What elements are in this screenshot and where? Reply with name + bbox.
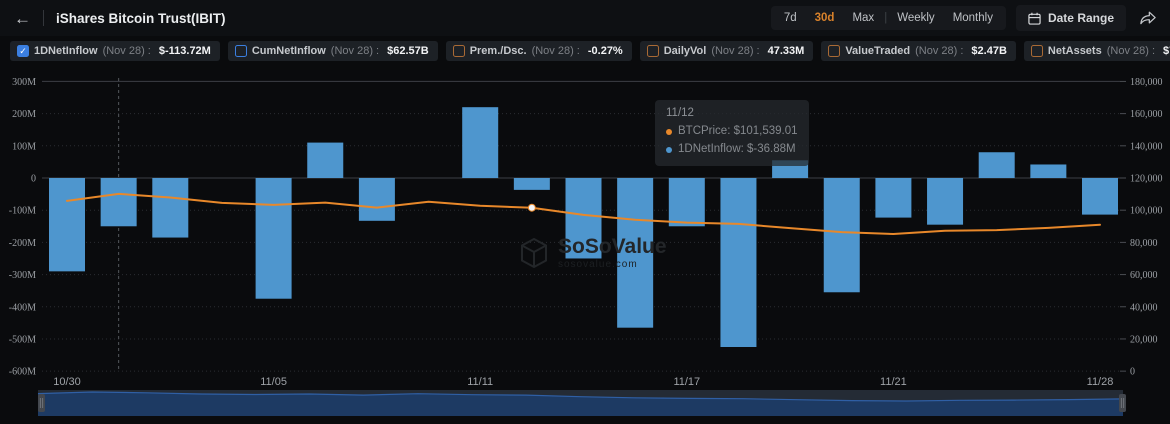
netinflow-bar[interactable]	[307, 143, 343, 178]
x-axis-tick: 11/17	[673, 376, 700, 388]
y-axis-left-tick: -200M	[9, 238, 36, 249]
calendar-icon	[1028, 12, 1041, 25]
stat-label: NetAssets	[1048, 45, 1102, 57]
range-handle-right[interactable]	[1119, 394, 1126, 412]
y-axis-left-tick: -100M	[9, 206, 36, 217]
date-range-button[interactable]: Date Range	[1016, 5, 1126, 31]
period-tab-30d[interactable]: 30d	[806, 9, 844, 27]
chart-area: 300M 180,000 200M 160,000 100M 140,000 0 120,00…	[0, 70, 1170, 392]
stat-date: (Nov 28) :	[711, 45, 759, 57]
hover-point	[528, 204, 535, 211]
x-axis-tick: 11/11	[467, 376, 493, 388]
chart-svg: 300M 180,000 200M 160,000 100M 140,000 0 120,00…	[0, 70, 1170, 392]
netinflow-bar[interactable]	[875, 178, 911, 218]
date-range-label: Date Range	[1048, 11, 1114, 25]
period-tab-max[interactable]: Max	[843, 9, 883, 27]
stat-label: 1DNetInflow	[34, 45, 98, 57]
stat-date: (Nov 28) :	[915, 45, 963, 57]
stat-date: (Nov 28) :	[331, 45, 379, 57]
netinflow-bar[interactable]	[566, 178, 602, 258]
stat-label: Prem./Dsc.	[470, 45, 527, 57]
netinflow-bar[interactable]	[720, 178, 756, 347]
period-group: 7d30dMax|WeeklyMonthly	[771, 6, 1006, 30]
checkbox-netassets[interactable]	[1031, 45, 1043, 57]
stat-label: DailyVol	[664, 45, 707, 57]
stat-date: (Nov 28) :	[532, 45, 580, 57]
stat-value: 47.33M	[768, 45, 805, 57]
y-axis-left-tick: -300M	[9, 270, 36, 281]
stat-value: $2.47B	[971, 45, 1006, 57]
x-axis-tick: 11/21	[880, 376, 907, 388]
netinflow-bar[interactable]	[1082, 178, 1118, 215]
range-slider-svg	[38, 390, 1130, 416]
stat-value: $70.73B	[1163, 45, 1170, 57]
y-axis-right-tick: 20,000	[1130, 334, 1158, 345]
period-tab-monthly[interactable]: Monthly	[944, 9, 1002, 27]
period-tab-weekly[interactable]: Weekly	[888, 9, 944, 27]
y-axis-right-tick: 0	[1130, 367, 1135, 378]
checkbox-cumnetinflow[interactable]	[235, 45, 247, 57]
netinflow-bar[interactable]	[101, 178, 137, 226]
back-icon[interactable]: ←	[14, 10, 31, 27]
y-axis-right-tick: 180,000	[1130, 77, 1163, 88]
netinflow-bar[interactable]	[256, 178, 292, 299]
netinflow-bar[interactable]	[462, 107, 498, 178]
netinflow-bar[interactable]	[1030, 164, 1066, 178]
range-handle-left[interactable]	[38, 394, 45, 412]
y-axis-right-tick: 120,000	[1130, 174, 1163, 185]
stat-value: -0.27%	[588, 45, 623, 57]
stat-label: ValueTraded	[845, 45, 910, 57]
x-axis-tick: 11/28	[1087, 376, 1114, 388]
y-axis-right-tick: 80,000	[1130, 238, 1158, 249]
netinflow-bar[interactable]	[979, 152, 1015, 178]
stat-chip-valuetraded[interactable]: ValueTraded (Nov 28) : $2.47B	[821, 41, 1016, 61]
stat-chip-1dnetinflow[interactable]: ✓ 1DNetInflow (Nov 28) : $-113.72M	[10, 41, 220, 61]
y-axis-right-tick: 40,000	[1130, 302, 1158, 313]
y-axis-left-tick: 100M	[12, 141, 36, 152]
netinflow-bar[interactable]	[772, 160, 808, 178]
netinflow-bar[interactable]	[824, 178, 860, 292]
stat-value: $-113.72M	[159, 45, 211, 57]
stat-chip-dailyvol[interactable]: DailyVol (Nov 28) : 47.33M	[640, 41, 814, 61]
stat-chip-netassets[interactable]: NetAssets (Nov 28) : $70.73B	[1024, 41, 1170, 61]
netinflow-bar[interactable]	[617, 178, 653, 328]
netinflow-bar[interactable]	[359, 178, 395, 221]
period-tab-7d[interactable]: 7d	[775, 9, 806, 27]
checkbox-1dnetinflow[interactable]: ✓	[17, 45, 29, 57]
stat-chip-prem-dsc[interactable]: Prem./Dsc. (Nov 28) : -0.27%	[446, 41, 632, 61]
stat-date: (Nov 28) :	[1107, 45, 1155, 57]
range-slider[interactable]	[38, 390, 1130, 416]
x-axis-tick: 11/05	[260, 376, 287, 388]
share-icon[interactable]	[1140, 11, 1156, 25]
netinflow-bar[interactable]	[49, 178, 85, 271]
stats-row: ✓ 1DNetInflow (Nov 28) : $-113.72M CumNetInf…	[10, 41, 1170, 61]
y-axis-right-tick: 160,000	[1130, 109, 1163, 120]
y-axis-left-tick: -600M	[9, 367, 36, 378]
checkbox-dailyvol[interactable]	[647, 45, 659, 57]
netinflow-bar[interactable]	[152, 178, 188, 238]
checkbox-prem-dsc[interactable]	[453, 45, 465, 57]
stat-value: $62.57B	[387, 45, 429, 57]
x-axis-tick: 10/30	[53, 376, 81, 388]
y-axis-right-tick: 100,000	[1130, 206, 1163, 217]
header-divider	[43, 10, 44, 26]
netinflow-bar[interactable]	[669, 178, 705, 226]
stat-chip-cumnetinflow[interactable]: CumNetInflow (Nov 28) : $62.57B	[228, 41, 438, 61]
netinflow-bar[interactable]	[927, 178, 963, 225]
y-axis-right-tick: 60,000	[1130, 270, 1158, 281]
header: ← iShares Bitcoin Trust(IBIT) 7d30dMax|W…	[0, 0, 1170, 36]
y-axis-right-tick: 140,000	[1130, 141, 1163, 152]
netinflow-bar[interactable]	[514, 178, 550, 190]
y-axis-left-tick: 0	[31, 174, 36, 185]
y-axis-left-tick: -400M	[9, 302, 36, 313]
y-axis-left-tick: 200M	[12, 109, 36, 120]
checkbox-valuetraded[interactable]	[828, 45, 840, 57]
y-axis-left-tick: 300M	[12, 77, 36, 88]
stat-label: CumNetInflow	[252, 45, 326, 57]
stat-date: (Nov 28) :	[103, 45, 151, 57]
y-axis-left-tick: -500M	[9, 334, 36, 345]
page-title: iShares Bitcoin Trust(IBIT)	[56, 11, 226, 26]
